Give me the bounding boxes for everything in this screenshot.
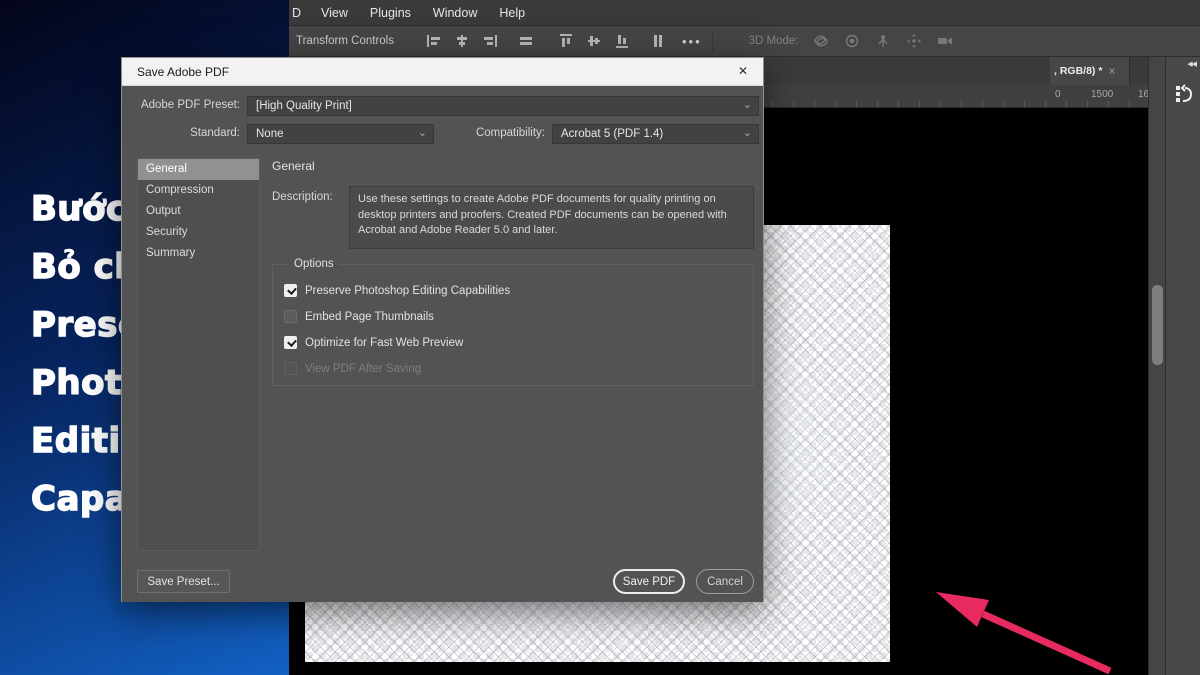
pan-3d-icon[interactable] bbox=[873, 31, 893, 51]
preset-dropdown[interactable]: [High Quality Print] ⌄ bbox=[247, 96, 759, 116]
ruler-tick-label: 1500 bbox=[1091, 89, 1113, 100]
checkbox-embed-thumbnails[interactable]: Embed Page Thumbnails bbox=[284, 309, 434, 324]
dialog-title: Save Adobe PDF bbox=[137, 65, 229, 79]
checkbox-view-pdf-after-saving: View PDF After Saving bbox=[284, 361, 421, 376]
save-adobe-pdf-dialog: Save Adobe PDF ✕ Adobe PDF Preset: [High… bbox=[121, 57, 764, 602]
toolbar-separator bbox=[712, 31, 713, 51]
collapse-panels-icon[interactable]: ◀◀ bbox=[1187, 60, 1196, 68]
description-label: Description: bbox=[272, 191, 333, 203]
close-icon[interactable]: ✕ bbox=[738, 64, 748, 78]
align-top-icon[interactable] bbox=[556, 31, 576, 51]
preset-value: [High Quality Print] bbox=[256, 100, 352, 112]
category-compression[interactable]: Compression bbox=[138, 180, 259, 201]
preset-label: Adobe PDF Preset: bbox=[122, 99, 240, 111]
description-text: Use these settings to create Adobe PDF d… bbox=[349, 186, 754, 249]
options-legend: Options bbox=[289, 258, 339, 270]
distribute-tools-group bbox=[556, 31, 668, 51]
standard-label: Standard: bbox=[122, 127, 240, 139]
menu-3d[interactable]: D bbox=[289, 6, 310, 20]
save-preset-button[interactable]: Save Preset... bbox=[137, 570, 230, 593]
align-middle-vertical-icon[interactable] bbox=[584, 31, 604, 51]
pane-title: General bbox=[272, 159, 315, 173]
checkbox-icon bbox=[284, 362, 297, 375]
category-list: General Compression Output Security Summ… bbox=[137, 158, 260, 551]
checkbox-icon[interactable] bbox=[284, 310, 297, 323]
checkbox-label: Preserve Photoshop Editing Capabilities bbox=[305, 285, 510, 297]
checkbox-label: Optimize for Fast Web Preview bbox=[305, 337, 463, 349]
options-bar: Transform Controls bbox=[289, 25, 1200, 57]
ruler-tick-label: 0 bbox=[1055, 89, 1061, 100]
checkbox-preserve-editing[interactable]: Preserve Photoshop Editing Capabilities bbox=[284, 283, 510, 298]
menu-view[interactable]: View bbox=[310, 6, 359, 20]
screenshot-root: Bước 4: Bỏ chọn Preserve Photoshop Editi… bbox=[0, 0, 1200, 675]
checkbox-label: Embed Page Thumbnails bbox=[305, 311, 434, 323]
menu-bar: D View Plugins Window Help bbox=[289, 0, 1200, 25]
align-right-icon[interactable] bbox=[480, 31, 500, 51]
align-bottom-icon[interactable] bbox=[612, 31, 632, 51]
checkbox-label: View PDF After Saving bbox=[305, 363, 421, 375]
orbit-3d-icon[interactable] bbox=[811, 31, 831, 51]
standard-dropdown[interactable]: None ⌄ bbox=[247, 124, 434, 144]
3d-mode-label: 3D Mode: bbox=[749, 35, 799, 47]
history-panel-icon[interactable] bbox=[1171, 81, 1197, 112]
checkbox-icon[interactable] bbox=[284, 284, 297, 297]
align-left-icon[interactable] bbox=[424, 31, 444, 51]
compatibility-value: Acrobat 5 (PDF 1.4) bbox=[561, 128, 663, 140]
menu-plugins[interactable]: Plugins bbox=[359, 6, 422, 20]
3d-mode-icons-group bbox=[811, 31, 955, 51]
panel-dock: ◀◀ bbox=[1165, 57, 1200, 675]
chevron-down-icon: ⌄ bbox=[418, 126, 427, 139]
pane-divider bbox=[272, 179, 754, 180]
close-tab-icon[interactable]: × bbox=[1108, 64, 1115, 78]
checkbox-icon[interactable] bbox=[284, 336, 297, 349]
save-pdf-button[interactable]: Save PDF bbox=[613, 569, 685, 594]
dialog-title-bar[interactable]: Save Adobe PDF ✕ bbox=[122, 58, 763, 86]
roll-3d-icon[interactable] bbox=[842, 31, 862, 51]
transform-controls-label: Transform Controls bbox=[296, 35, 394, 47]
chevron-down-icon: ⌄ bbox=[743, 126, 752, 139]
tab-label: , RGB/8) * bbox=[1054, 65, 1102, 77]
menu-window[interactable]: Window bbox=[422, 6, 488, 20]
chevron-down-icon: ⌄ bbox=[743, 98, 752, 111]
document-tab-active[interactable]: , RGB/8) * × bbox=[1050, 57, 1130, 85]
compatibility-dropdown[interactable]: Acrobat 5 (PDF 1.4) ⌄ bbox=[552, 124, 759, 144]
cancel-button[interactable]: Cancel bbox=[696, 569, 754, 594]
category-general[interactable]: General bbox=[138, 159, 259, 180]
category-security[interactable]: Security bbox=[138, 222, 259, 243]
vertical-scrollbar[interactable] bbox=[1148, 57, 1165, 675]
category-output[interactable]: Output bbox=[138, 201, 259, 222]
menu-help[interactable]: Help bbox=[488, 6, 536, 20]
category-summary[interactable]: Summary bbox=[138, 243, 259, 264]
align-tools-group bbox=[424, 31, 536, 51]
distribute-vertical-icon[interactable] bbox=[648, 31, 668, 51]
scrollbar-thumb[interactable] bbox=[1152, 285, 1163, 365]
options-group: Options Preserve Photoshop Editing Capab… bbox=[272, 264, 754, 386]
slide-3d-icon[interactable] bbox=[904, 31, 924, 51]
dialog-body: Adobe PDF Preset: [High Quality Print] ⌄… bbox=[122, 86, 763, 602]
distribute-horizontal-icon[interactable] bbox=[516, 31, 536, 51]
standard-value: None bbox=[256, 128, 284, 140]
more-options-icon[interactable]: ••• bbox=[682, 34, 702, 49]
checkbox-optimize-web-preview[interactable]: Optimize for Fast Web Preview bbox=[284, 335, 463, 350]
compatibility-label: Compatibility: bbox=[457, 127, 545, 139]
align-center-horizontal-icon[interactable] bbox=[452, 31, 472, 51]
camera-3d-icon[interactable] bbox=[935, 31, 955, 51]
